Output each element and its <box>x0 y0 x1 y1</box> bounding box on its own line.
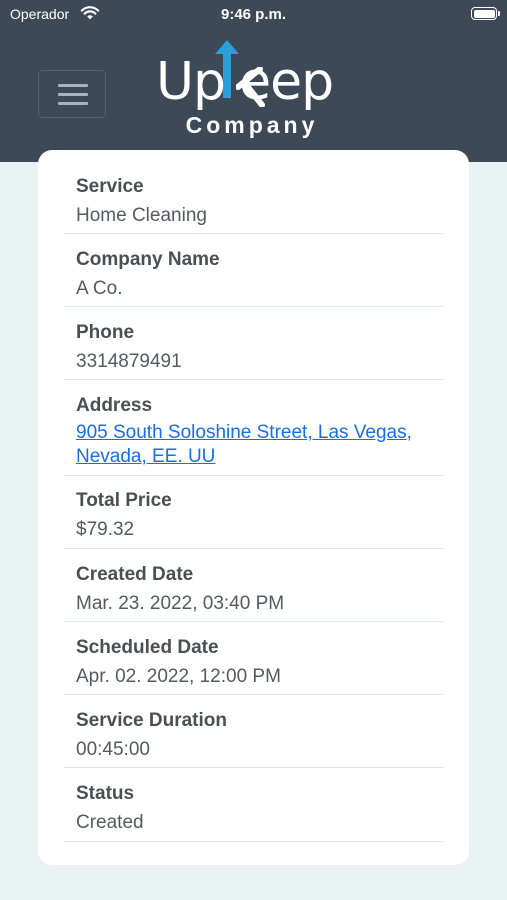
battery-tip <box>498 11 500 16</box>
service-label: Service <box>76 176 144 197</box>
status-label: Status <box>76 783 135 804</box>
status-value: Created <box>76 812 144 833</box>
detail-service-duration: Service Duration 00:45:00 <box>64 695 444 768</box>
clock-time: 9:46 p.m. <box>220 6 287 23</box>
detail-total-price: Total Price $79.32 <box>64 476 444 549</box>
address-link[interactable]: 905 South Soloshine Street, Las Vegas, N… <box>76 421 436 469</box>
hamburger-menu-button[interactable] <box>38 70 106 118</box>
service-duration-value: 00:45:00 <box>76 739 150 760</box>
detail-created-date: Created Date Mar. 23. 2022, 03:40 PM <box>64 549 444 622</box>
service-duration-label: Service Duration <box>76 710 227 731</box>
created-date-value: Mar. 23. 2022, 03:40 PM <box>76 593 285 614</box>
scheduled-date-value: Apr. 02. 2022, 12:00 PM <box>76 666 281 687</box>
company-name-label: Company Name <box>76 249 220 270</box>
company-name-value: A Co. <box>76 278 123 299</box>
scheduled-date-label: Scheduled Date <box>76 637 219 658</box>
app-screen: Operador 9:46 p.m. Up​eep <box>0 0 507 900</box>
status-bar: Operador 9:46 p.m. <box>0 0 507 30</box>
logo-subtitle: Company <box>185 112 319 138</box>
detail-scheduled-date: Scheduled Date Apr. 02. 2022, 12:00 PM <box>64 622 444 695</box>
address-label: Address <box>76 395 153 416</box>
logo-prefix: Up <box>156 52 226 112</box>
total-price-label: Total Price <box>76 490 172 511</box>
detail-company-name: Company Name A Co. <box>64 234 444 307</box>
address-line-1[interactable]: 905 South Soloshine Street, Las Vegas, <box>76 421 436 445</box>
menu-icon-bar <box>58 84 88 87</box>
service-value: Home Cleaning <box>76 205 207 226</box>
total-price-value: $79.32 <box>76 519 135 540</box>
address-line-2[interactable]: Nevada, EE. UU <box>76 445 436 469</box>
upkeep-logo: Up​eep Company <box>150 40 360 150</box>
detail-address: Address 905 South Soloshine Street, Las … <box>64 380 444 476</box>
logo-k-arm <box>236 67 265 107</box>
order-details-card: Service Home Cleaning Company Name A Co.… <box>38 150 469 865</box>
battery-icon <box>471 7 497 20</box>
menu-icon-bar <box>58 93 88 96</box>
phone-value: 3314879491 <box>76 351 182 372</box>
detail-phone: Phone 3314879491 <box>64 307 444 380</box>
detail-status: Status Created <box>64 768 444 842</box>
menu-icon-bar <box>58 102 88 105</box>
app-header: Operador 9:46 p.m. Up​eep <box>0 0 507 162</box>
phone-label: Phone <box>76 322 135 343</box>
detail-service: Service Home Cleaning <box>64 150 444 234</box>
created-date-label: Created Date <box>76 564 194 585</box>
